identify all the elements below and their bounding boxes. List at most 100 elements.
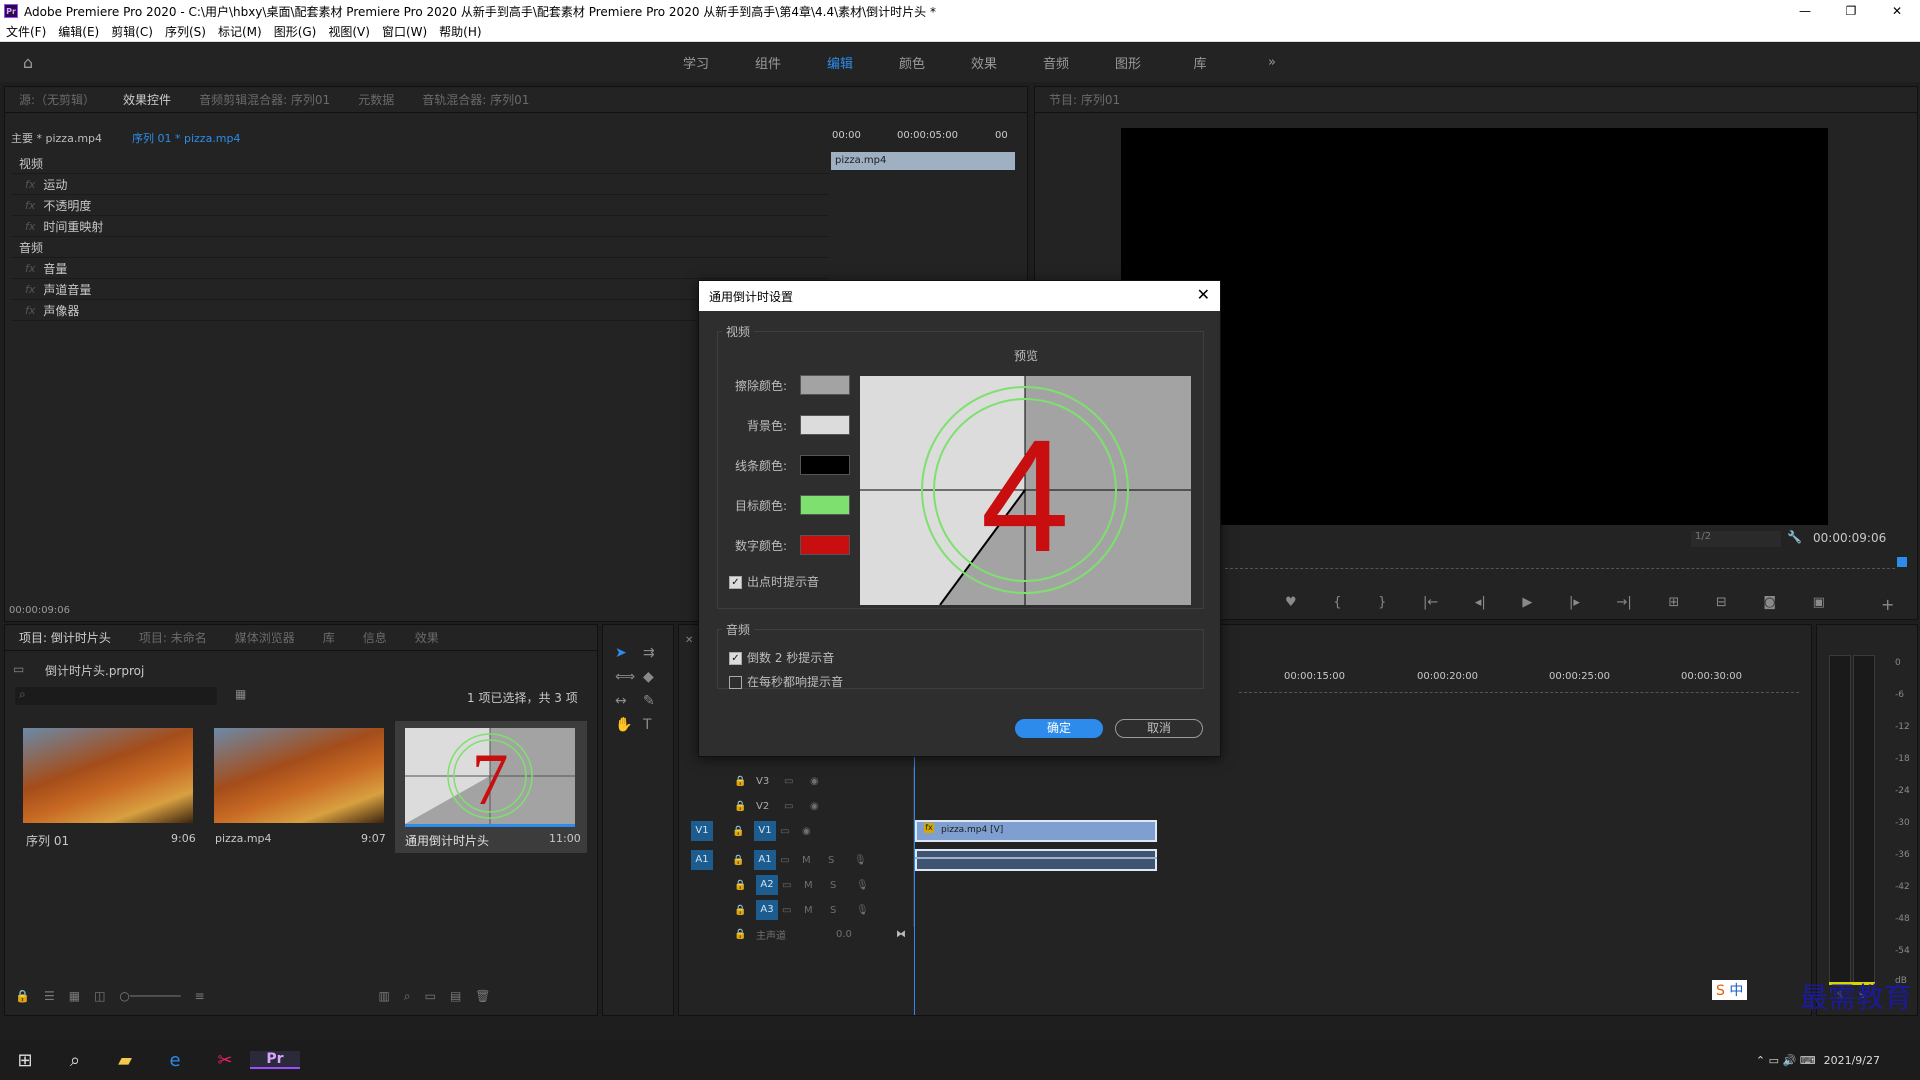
sequence-clip-label[interactable]: 序列 01 * pizza.mp4 xyxy=(132,130,241,146)
play-icon[interactable]: ▶ xyxy=(1522,595,1532,610)
sort-icon[interactable]: ≡ xyxy=(194,989,204,1004)
mic-icon[interactable]: 🎙 xyxy=(854,855,867,866)
lock-icon[interactable]: 🔒 xyxy=(734,880,756,891)
menu-marker[interactable]: 标记(M) xyxy=(212,23,268,40)
file-explorer-icon[interactable]: ▰ xyxy=(100,1050,150,1071)
restore-icon[interactable]: ❐ xyxy=(1828,4,1874,18)
thumb-sequence-01[interactable] xyxy=(23,728,193,823)
mute-button[interactable]: M xyxy=(802,855,828,866)
edge-icon[interactable]: e xyxy=(150,1050,200,1071)
menu-view[interactable]: 视图(V) xyxy=(322,23,376,40)
ok-button[interactable]: 确定 xyxy=(1015,719,1103,738)
go-to-out-icon[interactable]: →| xyxy=(1616,595,1631,610)
thumb-countdown[interactable]: 7 xyxy=(405,728,575,824)
compare-icon[interactable]: ▣ xyxy=(1813,595,1825,610)
extract-icon[interactable]: ⊟ xyxy=(1716,595,1727,610)
wipe-color-swatch[interactable] xyxy=(800,375,850,395)
pen-icon[interactable]: ✎ xyxy=(643,693,671,709)
sync-icon[interactable]: ▭ xyxy=(780,855,802,866)
snipping-icon[interactable]: ✂ xyxy=(200,1050,250,1071)
add-marker-icon[interactable]: ♥ xyxy=(1285,595,1297,610)
selection-tool-icon[interactable]: ➤ xyxy=(615,645,643,661)
eye-icon[interactable]: ◉ xyxy=(810,801,819,812)
workspace-effects[interactable]: 效果 xyxy=(948,53,1020,72)
tab-libraries[interactable]: 库 xyxy=(309,629,349,646)
new-bin-bottom-icon[interactable]: ▭ xyxy=(425,989,436,1004)
hand-icon[interactable]: ✋ xyxy=(615,717,643,733)
new-bin-icon[interactable]: ▦ xyxy=(235,687,246,701)
mark-in-icon[interactable]: { xyxy=(1333,595,1341,610)
cancel-button[interactable]: 取消 xyxy=(1115,719,1203,738)
effect-opacity[interactable]: fx 不透明度 xyxy=(11,195,829,216)
tab-metadata[interactable]: 元数据 xyxy=(344,91,408,108)
razor-icon[interactable]: ◆ xyxy=(643,669,671,685)
zoom-select[interactable]: 1/2 xyxy=(1691,531,1781,547)
premiere-taskbar-icon[interactable]: Pr xyxy=(250,1051,300,1069)
sync-icon[interactable]: ▭ xyxy=(782,905,804,916)
master-expand-icon[interactable]: ⧓ xyxy=(896,929,906,940)
menu-clip[interactable]: 剪辑(C) xyxy=(105,23,159,40)
ripple-edit-icon[interactable]: ⟺ xyxy=(615,669,643,685)
menu-graphics[interactable]: 图形(G) xyxy=(268,23,323,40)
program-monitor-title[interactable]: 节目: 序列01 xyxy=(1035,91,1134,108)
source-a1-button[interactable]: A1 xyxy=(691,850,713,870)
tab-media-browser[interactable]: 媒体浏览器 xyxy=(221,629,309,646)
menu-edit[interactable]: 编辑(E) xyxy=(52,23,105,40)
cue-at-out-checkbox[interactable]: ✓ 出点时提示音 xyxy=(729,573,819,590)
project-search-input[interactable]: ⌕ xyxy=(15,687,217,705)
tab-project-countdown[interactable]: 项目: 倒计时片头 xyxy=(5,629,125,646)
digit-color-swatch[interactable] xyxy=(800,535,850,555)
wrench-icon[interactable]: 🔧 xyxy=(1787,530,1802,544)
step-back-icon[interactable]: ◂| xyxy=(1475,595,1486,610)
workspace-editing[interactable]: 编辑 xyxy=(804,53,876,72)
sync-icon[interactable]: ▭ xyxy=(784,776,810,787)
workspace-assembly[interactable]: 组件 xyxy=(732,53,804,72)
freeform-view-icon[interactable]: ◫ xyxy=(94,989,105,1004)
tab-effects[interactable]: 效果 xyxy=(401,629,453,646)
mute-button[interactable]: M xyxy=(804,905,830,916)
lock-icon[interactable]: 🔒 xyxy=(734,776,756,787)
tab-source[interactable]: 源:（无剪辑） xyxy=(5,91,109,108)
sync-icon[interactable]: ▭ xyxy=(784,801,810,812)
solo-button[interactable]: S xyxy=(828,855,854,866)
lock-icon[interactable]: 🔒 xyxy=(734,801,756,812)
zoom-slider[interactable]: ○─────── xyxy=(119,989,180,1004)
program-ruler[interactable] xyxy=(1225,557,1895,569)
lock-icon[interactable]: 🔒 xyxy=(734,929,756,940)
mark-out-icon[interactable]: } xyxy=(1378,595,1386,610)
eye-icon[interactable]: ◉ xyxy=(810,776,819,787)
lock-icon[interactable]: 🔒 xyxy=(734,905,756,916)
tab-audio-clip-mixer[interactable]: 音频剪辑混合器: 序列01 xyxy=(185,91,344,108)
effect-volume[interactable]: fx 音量 xyxy=(11,258,829,279)
source-v1-button[interactable]: V1 xyxy=(691,821,713,841)
system-tray-icons[interactable]: ⌃ ▭ 🔊 ⌨ xyxy=(1756,1054,1816,1067)
menu-file[interactable]: 文件(F) xyxy=(0,23,52,40)
minimize-icon[interactable]: — xyxy=(1782,4,1828,18)
new-item-icon[interactable]: ▤ xyxy=(450,989,461,1004)
clip-bar[interactable]: pizza.mp4 xyxy=(831,152,1015,170)
workspace-audio[interactable]: 音频 xyxy=(1020,53,1092,72)
video-clip[interactable]: pizza.mp4 [V] xyxy=(915,820,1157,842)
workspace-libraries[interactable]: 库 xyxy=(1164,53,1236,72)
tab-info[interactable]: 信息 xyxy=(349,629,401,646)
target-a1-button[interactable]: A1 xyxy=(754,850,776,870)
home-icon[interactable]: ⌂ xyxy=(0,53,56,72)
mic-icon[interactable]: 🎙 xyxy=(856,880,869,891)
master-clip-label[interactable]: 主要 * pizza.mp4 xyxy=(11,130,102,146)
lock-icon[interactable]: 🔒 xyxy=(732,855,754,866)
lock-icon[interactable]: 🔒 xyxy=(732,826,754,837)
step-forward-icon[interactable]: |▸ xyxy=(1569,595,1580,610)
camera-icon[interactable]: ◙ xyxy=(1763,595,1776,610)
workspace-color[interactable]: 颜色 xyxy=(876,53,948,72)
add-button-icon[interactable]: + xyxy=(1881,595,1894,614)
tab-effect-controls[interactable]: 效果控件 xyxy=(109,91,185,108)
sync-icon[interactable]: ▭ xyxy=(782,880,804,891)
tab-audio-track-mixer[interactable]: 音轨混合器: 序列01 xyxy=(408,91,543,108)
effect-time-remap[interactable]: fx 时间重映射 xyxy=(11,216,829,237)
tab-project-untitled[interactable]: 项目: 未命名 xyxy=(125,629,221,646)
ime-toolbar[interactable]: S 中 xyxy=(1712,980,1748,1000)
target-v1-button[interactable]: V1 xyxy=(754,821,776,841)
cue-2sec-checkbox[interactable]: ✓ 倒数 2 秒提示音 xyxy=(729,649,834,666)
target-color-swatch[interactable] xyxy=(800,495,850,515)
trash-icon[interactable]: 🗑 xyxy=(475,989,490,1004)
